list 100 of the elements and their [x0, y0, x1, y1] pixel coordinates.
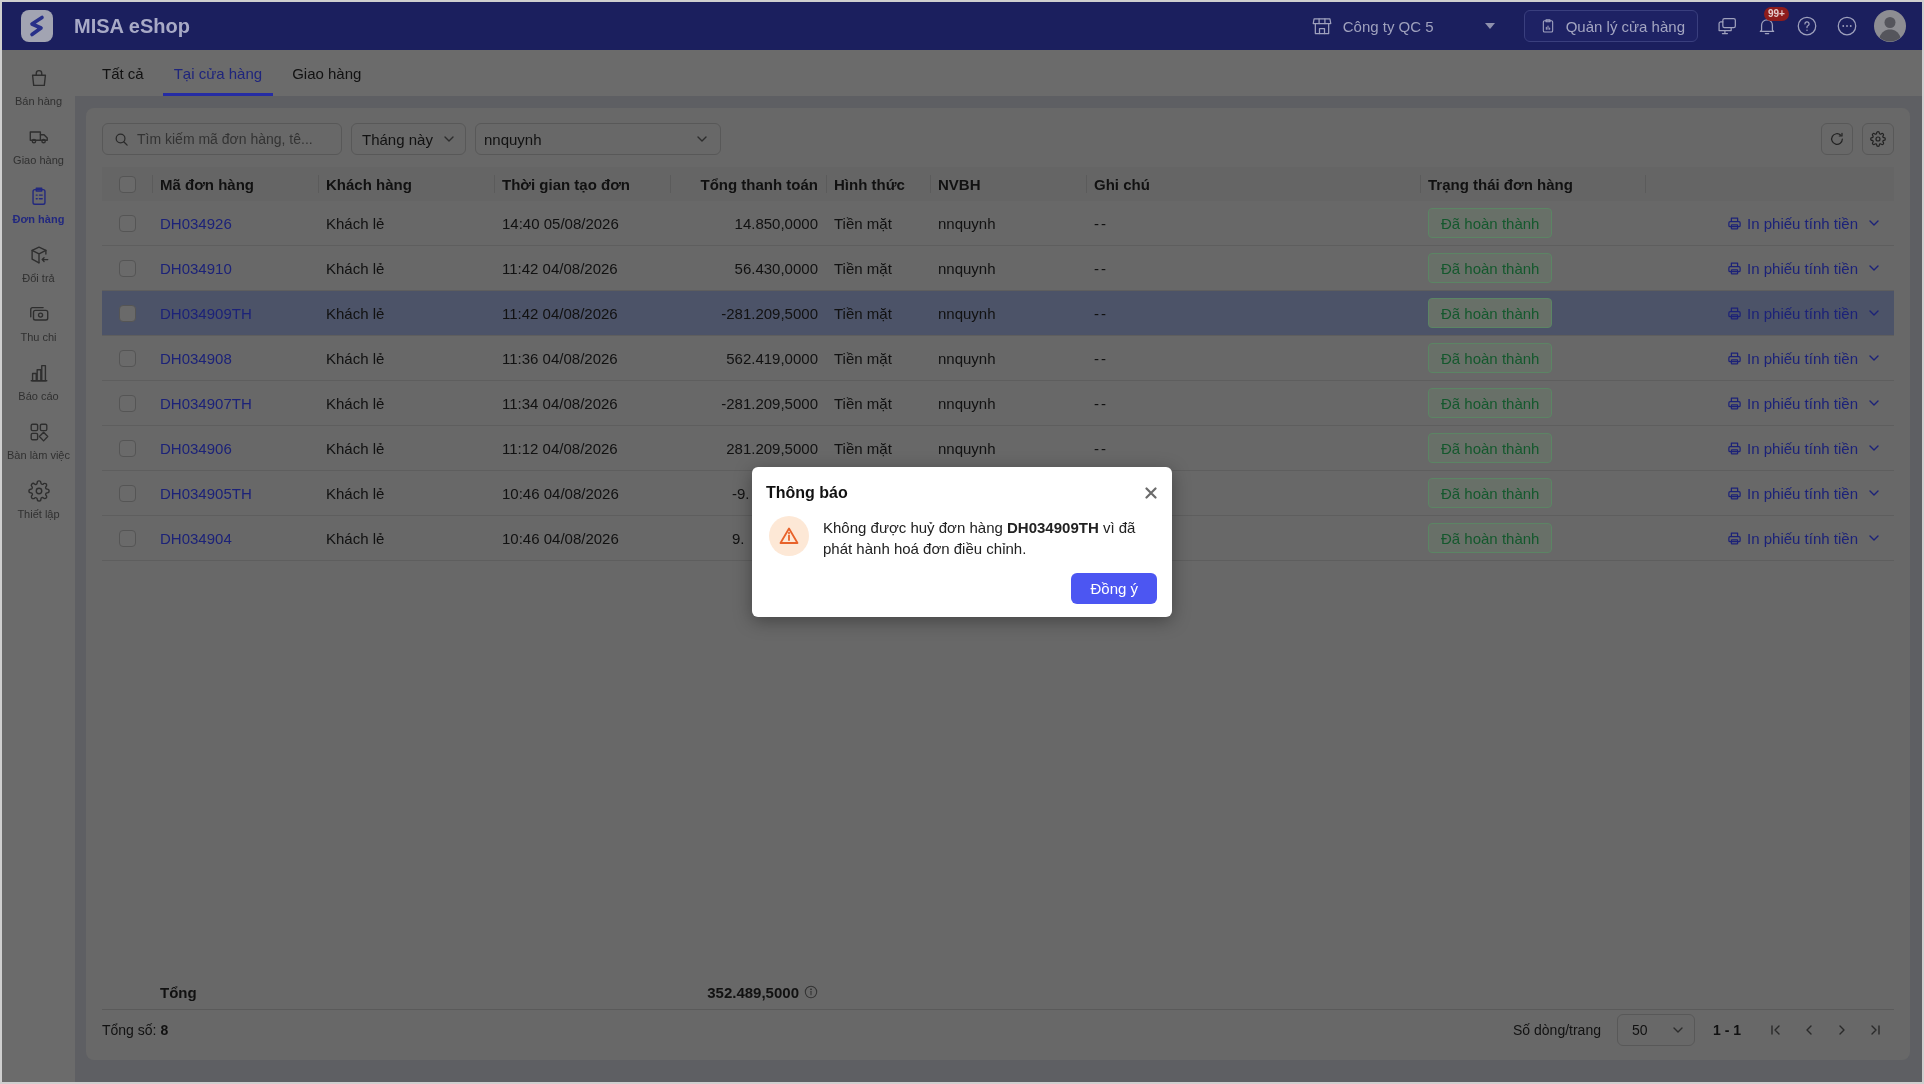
- status-badge: Đã hoàn thành: [1428, 298, 1553, 328]
- status-badge: Đã hoàn thành: [1428, 208, 1553, 238]
- sidebar-item[interactable]: Bán hàng: [2, 58, 75, 117]
- info-icon[interactable]: [804, 985, 818, 999]
- status-badge: Đã hoàn thành: [1428, 433, 1553, 463]
- column-header: Ghi chú: [1094, 175, 1150, 193]
- note-text: --: [1094, 439, 1108, 457]
- note-text: --: [1094, 304, 1108, 322]
- created-time: 11:36 04/08/2026: [502, 349, 618, 367]
- avatar-icon[interactable]: [1874, 10, 1906, 42]
- staff-name: nnquynh: [938, 349, 996, 367]
- printer-icon: [1727, 215, 1743, 231]
- page-size-select[interactable]: 50: [1617, 1014, 1695, 1046]
- status-badge: Đã hoàn thành: [1428, 388, 1553, 418]
- order-id-link[interactable]: DH034904: [160, 529, 232, 547]
- printer-icon: [1727, 305, 1743, 321]
- order-id-link[interactable]: DH034907TH: [160, 394, 252, 412]
- close-icon[interactable]: [1145, 487, 1157, 499]
- note-text: --: [1094, 259, 1108, 277]
- payment-method: Tiền mặt: [834, 394, 892, 412]
- sidebar-item[interactable]: Bàn làm việc: [2, 412, 75, 471]
- customer-name: Khách lẻ: [326, 259, 385, 277]
- tab[interactable]: Tất cả: [91, 50, 155, 96]
- print-receipt-button[interactable]: In phiếu tính tiền: [1727, 529, 1880, 547]
- note-text: --: [1094, 349, 1108, 367]
- column-header: Trạng thái đơn hàng: [1428, 175, 1573, 193]
- dialog-title: Thông báo: [766, 484, 848, 502]
- print-receipt-button[interactable]: In phiếu tính tiền: [1727, 484, 1880, 502]
- order-total: 56.430,0000: [734, 259, 818, 277]
- staff-dropdown[interactable]: nnquynh: [475, 123, 721, 155]
- status-badge: Đã hoàn thành: [1428, 343, 1553, 373]
- created-time: 10:46 04/08/2026: [502, 484, 619, 502]
- note-text: --: [1094, 394, 1108, 412]
- created-time: 11:42 04/08/2026: [502, 259, 618, 277]
- customer-name: Khách lẻ: [326, 529, 385, 547]
- period-dropdown[interactable]: Tháng này: [351, 123, 466, 155]
- printer-icon: [1727, 440, 1743, 456]
- staff-name: nnquynh: [938, 259, 996, 277]
- order-id-link[interactable]: DH034906: [160, 439, 232, 457]
- status-badge: Đã hoàn thành: [1428, 523, 1553, 553]
- printer-icon: [1727, 485, 1743, 501]
- refresh-button[interactable]: [1821, 123, 1853, 155]
- order-id-link[interactable]: DH034926: [160, 214, 232, 232]
- confirm-button[interactable]: Đồng ý: [1071, 573, 1157, 604]
- page-range: 1 - 1: [1713, 1022, 1741, 1038]
- column-header: Tổng thanh toán: [700, 175, 818, 193]
- staff-name: nnquynh: [938, 304, 996, 322]
- settings-button[interactable]: [1862, 123, 1894, 155]
- column-header: Mã đơn hàng: [160, 175, 254, 193]
- more-icon[interactable]: [1837, 16, 1857, 36]
- checkbox[interactable]: [118, 304, 136, 322]
- help-icon[interactable]: [1797, 16, 1817, 36]
- customer-name: Khách lẻ: [326, 439, 385, 457]
- store-management-button[interactable]: Quản lý cửa hàng: [1523, 10, 1698, 42]
- sidebar-item[interactable]: Báo cáo: [2, 353, 75, 412]
- order-id-link[interactable]: DH034908: [160, 349, 232, 367]
- payment-method: Tiền mặt: [834, 304, 892, 322]
- order-id-link[interactable]: DH034905TH: [160, 484, 252, 502]
- store-icon: [1311, 16, 1332, 36]
- print-receipt-button[interactable]: In phiếu tính tiền: [1727, 439, 1880, 457]
- tab[interactable]: Giao hàng: [281, 50, 373, 96]
- logo-icon[interactable]: [21, 10, 53, 42]
- order-total: -9.: [732, 484, 750, 502]
- print-receipt-button[interactable]: In phiếu tính tiền: [1727, 214, 1880, 232]
- search-icon: [114, 131, 129, 147]
- sidebar-item[interactable]: Đơn hàng: [2, 176, 75, 235]
- tab[interactable]: Tại cửa hàng: [162, 50, 274, 96]
- sidebar-item[interactable]: Thu chi: [2, 294, 75, 353]
- company-dropdown[interactable]: Công ty QC 5: [1311, 16, 1495, 36]
- column-header: NVBH: [938, 175, 981, 193]
- dialog-message: Không được huỷ đơn hàng DH034909TH vì đã phát hành hoá đơn điều chỉnh.: [823, 518, 1137, 559]
- print-receipt-button[interactable]: In phiếu tính tiền: [1727, 394, 1880, 412]
- order-id-link[interactable]: DH034910: [160, 259, 232, 277]
- print-receipt-button[interactable]: In phiếu tính tiền: [1727, 259, 1880, 277]
- printer-icon: [1727, 530, 1743, 546]
- created-time: 14:40 05/08/2026: [502, 214, 619, 232]
- printer-icon: [1727, 395, 1743, 411]
- order-total: 9.: [732, 529, 745, 547]
- record-count: Tổng số: 8: [102, 1022, 169, 1038]
- printer-icon: [1727, 260, 1743, 276]
- staff-name: nnquynh: [938, 394, 996, 412]
- print-receipt-button[interactable]: In phiếu tính tiền: [1727, 349, 1880, 367]
- sidebar-item[interactable]: Giao hàng: [2, 117, 75, 176]
- total-label: Tổng: [160, 983, 197, 1001]
- payment-method: Tiền mặt: [834, 259, 892, 277]
- status-badge: Đã hoàn thành: [1428, 253, 1553, 283]
- bell-icon[interactable]: [1757, 16, 1777, 36]
- customer-name: Khách lẻ: [326, 304, 385, 322]
- customer-name: Khách lẻ: [326, 394, 385, 412]
- windows-icon[interactable]: [1717, 16, 1737, 36]
- warning-icon: [769, 516, 809, 556]
- created-time: 11:12 04/08/2026: [502, 439, 618, 457]
- order-total: -281.209,5000: [721, 304, 818, 322]
- printer-icon: [1727, 350, 1743, 366]
- customer-name: Khách lẻ: [326, 484, 385, 502]
- staff-name: nnquynh: [938, 214, 996, 232]
- note-text: --: [1094, 214, 1108, 232]
- sidebar-item[interactable]: Đổi trả: [2, 235, 75, 294]
- staff-name: nnquynh: [938, 439, 996, 457]
- caret-icon: [1484, 23, 1495, 29]
